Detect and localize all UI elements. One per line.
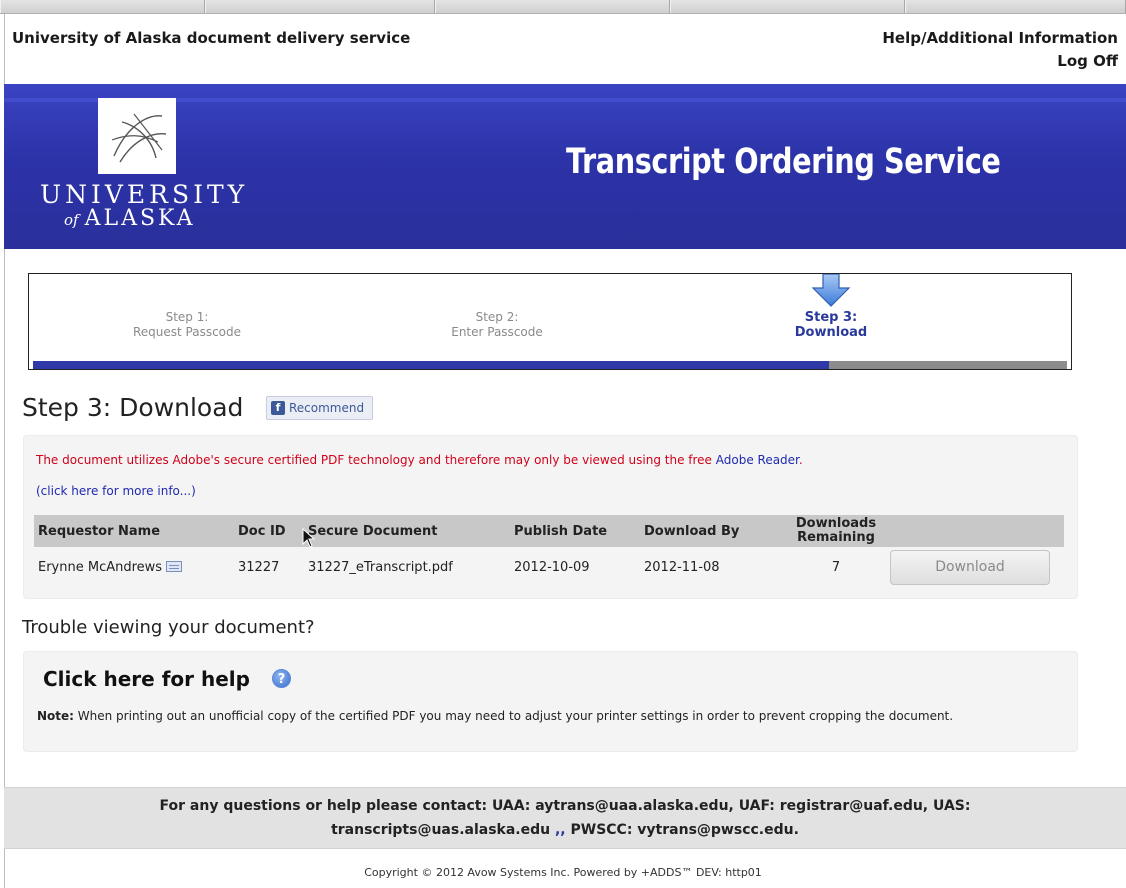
step-3-label: Download [794, 325, 868, 340]
help-panel: Click here for help ? Note: When printin… [23, 651, 1078, 752]
contact-uas-email: transcripts@uas.alaska.edu [331, 822, 555, 838]
banner-title: Transcript Ordering Service [566, 142, 1001, 182]
more-info-link[interactable]: (click here for more info...) [36, 484, 196, 498]
adobe-reader-link[interactable]: Adobe Reader [716, 453, 799, 467]
step-3: Step 3: Download [681, 310, 981, 340]
col-secure-document: Secure Document [304, 515, 510, 547]
col-action [886, 515, 1064, 547]
cell-downloads-remaining: 7 [786, 547, 886, 587]
browser-tab[interactable] [670, 0, 905, 13]
contact-pwscc: PWSCC: vytrans@pwscc.edu. [565, 822, 799, 838]
cell-doc-id: 31227 [234, 547, 304, 587]
university-logo-icon [98, 98, 176, 174]
note-text: When printing out an unofficial copy of … [73, 709, 954, 723]
pdf-notice-end: . [798, 453, 803, 467]
logo-wordmark-alaska: of ALASKA [64, 206, 195, 231]
contact-line-2: transcripts@uas.alaska.edu ,, PWSCC: vyt… [4, 822, 1126, 838]
cell-action: Download [886, 547, 1064, 587]
top-header: University of Alaska document delivery s… [8, 14, 1118, 84]
document-table: Requestor Name Doc ID Secure Document Pu… [34, 515, 1064, 587]
browser-tab[interactable] [905, 0, 1126, 13]
printing-note: Note: When printing out an unofficial co… [37, 709, 953, 723]
recommend-label: Recommend [289, 401, 365, 415]
col-requestor-name: Requestor Name [34, 515, 234, 547]
current-step-arrow-icon [811, 274, 851, 307]
help-link[interactable]: Help/Additional Information [882, 29, 1118, 47]
page-heading: Step 3: Download [22, 393, 244, 422]
browser-tab-strip [0, 0, 1126, 14]
table-header-row: Requestor Name Doc ID Secure Document Pu… [34, 515, 1064, 547]
requestor-name: Erynne McAndrews [38, 559, 163, 575]
logo-wordmark-alaska-text: ALASKA [84, 206, 196, 231]
progress-bar [33, 361, 1067, 369]
contact-separator: ,, [554, 822, 566, 838]
progress-bar-fill [33, 361, 830, 369]
mouse-cursor-icon [302, 528, 316, 548]
step-1: Step 1: Request Passcode [37, 310, 337, 340]
copyright: Copyright © 2012 Avow Systems Inc. Power… [364, 866, 762, 879]
step-2-label: Enter Passcode [451, 325, 543, 339]
download-button[interactable]: Download [890, 549, 1050, 585]
facebook-recommend-button[interactable]: f Recommend [266, 396, 374, 420]
col-publish-date: Publish Date [510, 515, 640, 547]
cell-requestor: Erynne McAndrews [34, 547, 234, 587]
cell-publish-date: 2012-10-09 [510, 547, 640, 587]
email-icon[interactable] [166, 560, 183, 572]
logo-wordmark-of: of [64, 211, 79, 229]
table-row: Erynne McAndrews 31227 31227_eTranscript… [34, 547, 1064, 587]
col-downloads-remaining-line2: Remaining [797, 530, 875, 545]
browser-tab[interactable] [435, 0, 670, 13]
step-2: Step 2: Enter Passcode [347, 310, 647, 340]
browser-tab[interactable] [205, 0, 435, 13]
contact-line-1: For any questions or help please contact… [159, 798, 971, 814]
note-label: Note: [37, 709, 74, 723]
logoff-link[interactable]: Log Off [1057, 52, 1118, 70]
trouble-heading: Trouble viewing your document? [22, 617, 315, 638]
step-2-number: Step 2: [475, 310, 519, 324]
step-1-label: Request Passcode [132, 325, 242, 339]
col-downloads-remaining: Downloads Remaining [786, 515, 886, 547]
logo-wordmark-university: UNIVERSITY [40, 180, 249, 209]
col-download-by: Download By [640, 515, 786, 547]
help-link-heading[interactable]: Click here for help [43, 667, 250, 691]
browser-tab[interactable] [0, 0, 205, 13]
facebook-icon: f [271, 401, 285, 415]
col-downloads-remaining-line1: Downloads [795, 516, 877, 531]
help-question-icon[interactable]: ? [272, 669, 291, 688]
site-title: University of Alaska document delivery s… [12, 29, 411, 47]
step-1-number: Step 1: [165, 310, 209, 324]
pdf-notice-text: The document utilizes Adobe's secure cer… [36, 453, 716, 467]
pdf-notice: The document utilizes Adobe's secure cer… [36, 453, 803, 467]
cell-download-by: 2012-11-08 [640, 547, 786, 587]
contact-footer: For any questions or help please contact… [4, 787, 1126, 849]
cell-secure-document: 31227_eTranscript.pdf [304, 547, 510, 587]
progress-stepper: Step 1: Request Passcode Step 2: Enter P… [28, 273, 1072, 370]
step-3-number: Step 3: [804, 310, 858, 325]
document-panel: The document utilizes Adobe's secure cer… [23, 435, 1078, 599]
banner: UNIVERSITY of ALASKA Transcript Ordering … [4, 84, 1126, 249]
col-doc-id: Doc ID [234, 515, 304, 547]
